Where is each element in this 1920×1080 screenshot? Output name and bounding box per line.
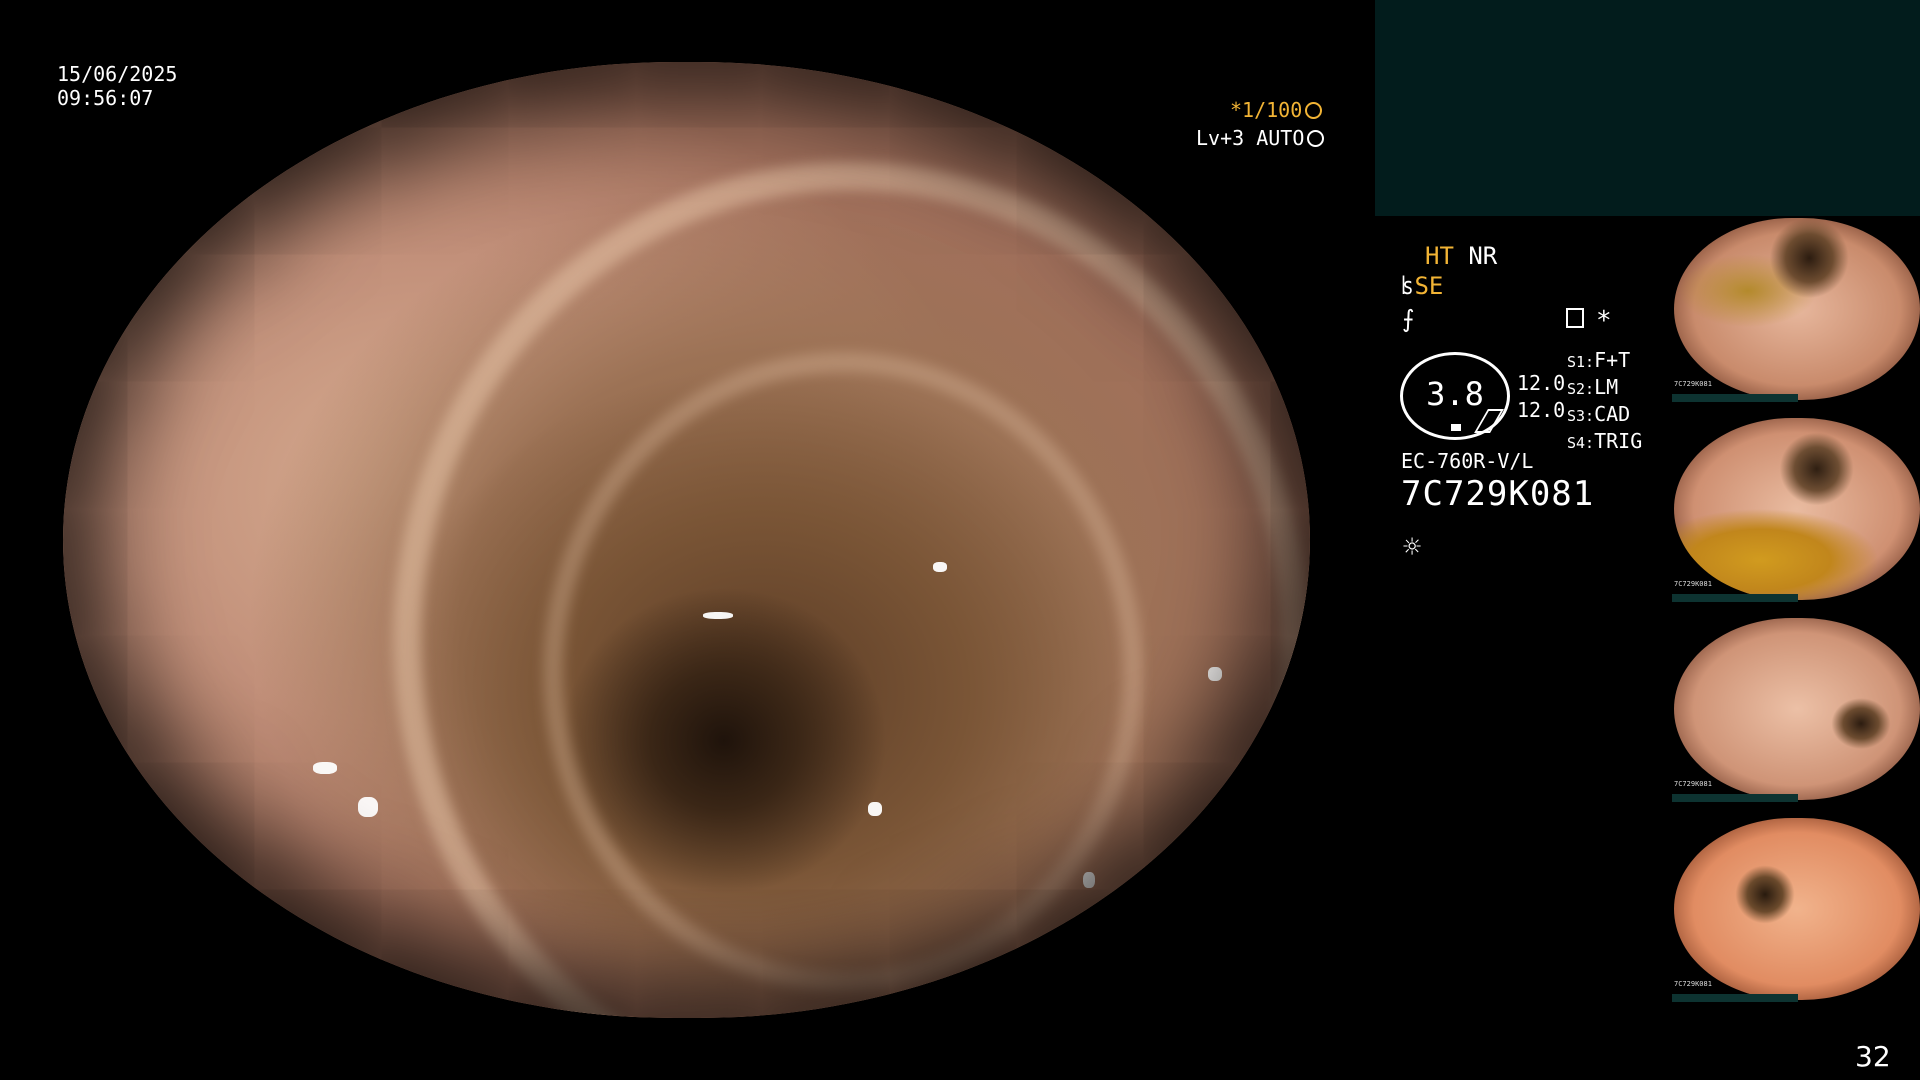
memory-icon [1566,308,1584,328]
zoom-icon [1305,102,1323,119]
thumbnail-caption: 7C729K081 [1674,780,1712,788]
thumbnail-image [1674,218,1920,400]
brightness-icon: ☼ [1403,530,1422,565]
thumbnail-image [1674,418,1920,600]
thumbnail-caption: 7C729K081 [1674,980,1712,988]
thumbnail-bar [1672,994,1798,1002]
ht-nr-row: HT NR [1425,242,1497,270]
date-text: 15/06/2025 [57,62,178,86]
auto-icon [1307,130,1325,147]
scope-model: EC-760R-V/L [1401,449,1534,473]
datetime-display: 15/06/2025 09:56:07 [57,62,177,110]
slot-item: S1:F+T [1567,348,1631,372]
light-reflection [358,797,378,817]
level-indicator: Lv+3 AUTO [1196,126,1325,150]
level-text: Lv+3 AUTO [1196,126,1305,150]
capture-thumbnail[interactable]: 7C729K081 [1672,616,1920,802]
light-reflection [1208,667,1222,681]
light-reflection [1083,872,1095,888]
info-panel-header [1375,0,1920,216]
mucosal-fold [393,162,1309,1018]
light-reflection [933,562,947,572]
light-reflection [103,752,113,780]
slots-list: S1:F+T S2:LM S3:CAD S4:TRIG [1567,348,1642,456]
se-row: ʪSE [1400,272,1443,300]
value-item: 12.0 [1517,371,1566,395]
slot-item: S4:TRIG [1567,429,1643,453]
star-icon: * [1596,306,1612,336]
capture-thumbnail[interactable]: 7C729K081 [1672,816,1920,1002]
capture-thumbnail[interactable]: 7C729K081 [1672,416,1920,602]
zoom-text: *1/100 [1230,98,1303,122]
gauge: 3.8 [1400,352,1510,440]
light-reflection [703,612,733,619]
thumbnail-bar [1672,794,1798,802]
thumbnail-caption: 7C729K081 [1674,580,1712,588]
thumbnail-bar [1672,394,1798,402]
wave-icon: ⨍ [1402,305,1415,333]
light-reflection [1103,167,1115,175]
slot-item: S2:LM [1567,375,1619,399]
ht-label: HT [1425,242,1454,270]
value-item: 12.0 [1517,398,1566,422]
light-reflection [868,802,882,816]
page-number: 32 [1855,1040,1891,1073]
light-reflection [181,852,193,892]
zoom-indicator: *1/100 [1230,98,1323,122]
se-label: SE [1414,272,1444,300]
nr-label: NR [1468,242,1498,270]
light-reflection [313,762,337,774]
time-text: 09:56:07 [57,86,154,110]
slot-item: S3:CAD [1567,402,1631,426]
scope-icon: ʪ [1400,272,1415,300]
thumbnail-image [1674,818,1920,1000]
gauge-value: 3.8 [1426,375,1484,413]
light-reflection [121,802,133,842]
values-list: 12.0 12.0 [1517,370,1565,424]
thumbnail-image [1674,618,1920,800]
endoscopy-live-view [63,62,1310,1018]
scope-serial: 7C729K081 [1401,474,1595,514]
gauge-bar [1451,424,1461,431]
mucosal-fold [543,352,1143,992]
thumbnail-bar [1672,594,1798,602]
capture-thumbnail[interactable]: 7C729K081 [1672,216,1920,402]
thumbnail-caption: 7C729K081 [1674,380,1712,388]
